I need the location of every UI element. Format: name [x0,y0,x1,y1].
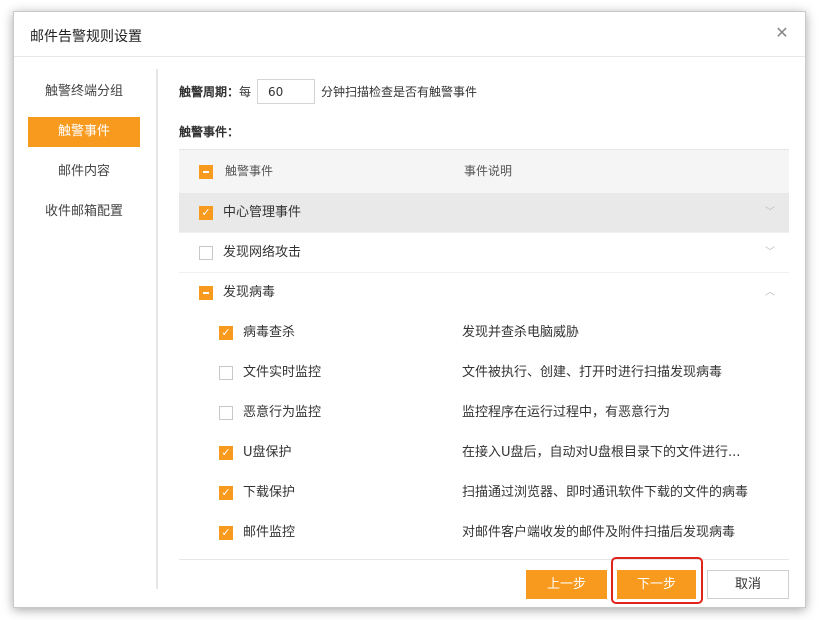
row-name: 下载保护 [243,485,296,500]
period-label: 触警周期： [179,85,240,99]
group-row-virus[interactable]: 发现病毒 ︿ [179,273,789,313]
group-name: 发现网络攻击 [223,245,302,260]
group-checkbox[interactable] [199,245,213,260]
row-desc: 扫描通过浏览器、即时通讯软件下载的文件的病毒 [462,485,749,500]
group-row-network-attack[interactable]: 发现网络攻击 ﹀ [179,233,789,273]
next-step-button[interactable]: 下一步 [617,570,696,599]
row-checkbox[interactable]: ✓ [219,526,233,540]
period-prefix: 每 [239,85,252,99]
cancel-button[interactable]: 取消 [707,570,789,599]
row-name: 文件实时监控 [243,365,322,380]
nav-item-mail-content[interactable]: 邮件内容 [28,157,140,187]
group-checkbox[interactable] [199,286,213,300]
table-row[interactable]: 文件实时监控 文件被执行、创建、打开时进行扫描发现病毒 [179,353,789,393]
period-minutes-input[interactable] [257,79,316,104]
nav-item-alert-events[interactable]: 触警事件 [28,117,140,147]
row-name: 恶意行为监控 [243,405,322,420]
select-all-checkbox[interactable] [199,164,213,179]
row-checkbox[interactable]: ✓ [219,446,233,460]
table-header: 触警事件 事件说明 [179,150,789,193]
table-row[interactable]: ✓ U盘保护 在接入U盘后，自动对U盘根目录下的文件进行... [179,433,789,473]
chevron-down-icon[interactable]: ﹀ [765,193,775,233]
dialog-title: 邮件告警规则设置 [30,29,142,45]
row-desc: 监控程序在运行过程中，有恶意行为 [462,405,671,420]
group-checkbox[interactable]: ✓ [199,205,213,220]
group-name: 中心管理事件 [223,205,302,220]
row-checkbox[interactable]: ✓ [219,486,233,500]
header-desc: 事件说明 [464,164,513,178]
row-desc: 发现并查杀电脑威胁 [462,325,580,340]
row-checkbox[interactable] [219,406,233,420]
row-desc: 文件被执行、创建、打开时进行扫描发现病毒 [462,365,723,380]
chevron-down-icon[interactable]: ﹀ [765,233,775,273]
side-nav: 触警终端分组 触警事件 邮件内容 收件邮箱配置 [28,77,140,237]
table-row[interactable]: ✓ 病毒查杀 发现并查杀电脑威胁 [179,313,789,353]
table-row[interactable]: ✓ 下载保护 扫描通过浏览器、即时通讯软件下载的文件的病毒 [179,473,789,513]
table-row[interactable]: ✓ 邮件监控 对邮件客户端收发的邮件及附件扫描后发现病毒 [179,513,789,553]
nav-divider [156,69,158,589]
group-row-center-management[interactable]: ✓ 中心管理事件 ﹀ [179,193,789,233]
events-label: 触警事件： [179,125,240,139]
header-name: 触警事件 [225,164,274,178]
row-desc: 在接入U盘后，自动对U盘根目录下的文件进行... [462,445,741,460]
chevron-up-icon[interactable]: ︿ [765,273,775,313]
period-suffix: 分钟扫描检查是否有触警事件 [321,85,478,99]
row-name: 邮件监控 [243,525,296,540]
period-row: 触警周期： 每 分钟扫描检查是否有触警事件 [179,78,477,105]
row-name: U盘保护 [243,445,292,460]
row-desc: 对邮件客户端收发的邮件及附件扫描后发现病毒 [462,525,736,540]
footer-divider [179,559,789,560]
nav-item-terminal-group[interactable]: 触警终端分组 [28,77,140,107]
nav-item-recipient-config[interactable]: 收件邮箱配置 [28,197,140,227]
prev-step-button[interactable]: 上一步 [526,570,607,599]
title-divider [14,56,805,57]
group-name: 发现病毒 [223,285,276,300]
close-icon[interactable]: ✕ [774,25,790,41]
row-checkbox[interactable]: ✓ [219,326,233,340]
table-row[interactable]: 恶意行为监控 监控程序在运行过程中，有恶意行为 [179,393,789,433]
events-table: 触警事件 事件说明 ✓ 中心管理事件 ﹀ 发现网络攻击 ﹀ 发现病毒 ︿ ✓ 病… [179,149,789,560]
row-checkbox[interactable] [219,366,233,380]
alert-rule-dialog: 邮件告警规则设置 ✕ 触警终端分组 触警事件 邮件内容 收件邮箱配置 触警周期：… [13,11,806,608]
row-name: 病毒查杀 [243,325,296,340]
